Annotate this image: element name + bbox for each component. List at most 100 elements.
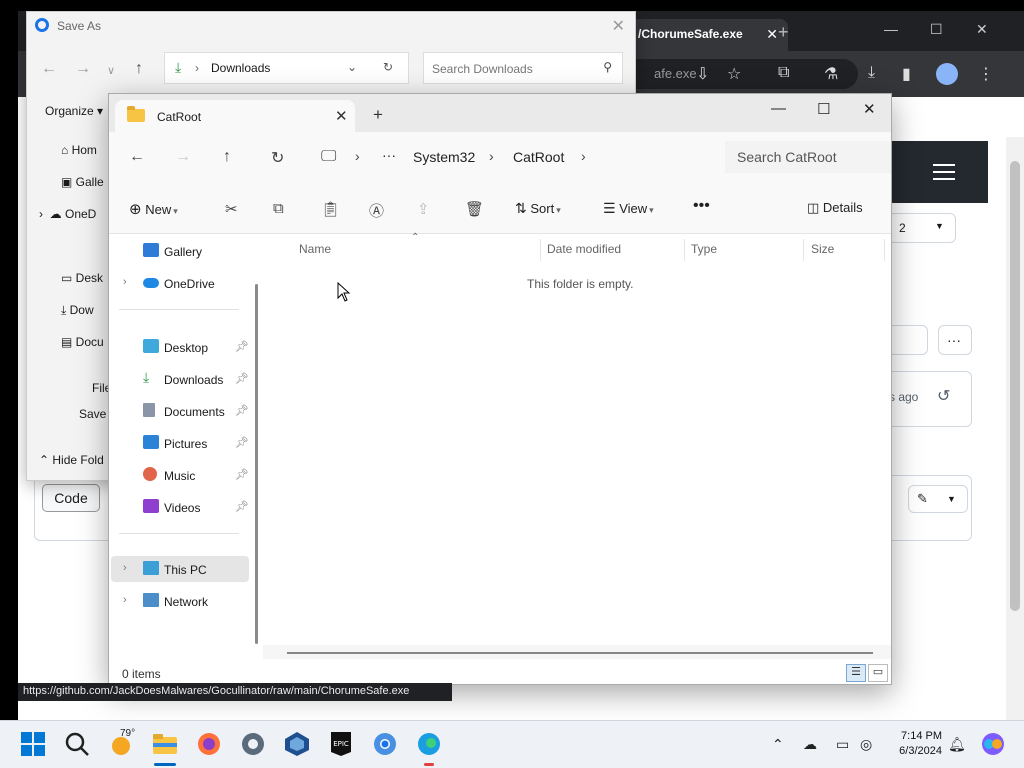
sort-button[interactable]: ⇅ Sort ▾ [515,200,561,217]
sidebar-item-gallery[interactable]: ▣ Galle [61,175,104,189]
paste-icon[interactable]: 📋︎ [321,200,340,218]
sidebar-item-onedrive[interactable]: › ☁ OneD [39,207,96,221]
column-divider[interactable] [884,239,885,261]
forward-arrow-icon[interactable]: → [175,148,191,166]
search-icon[interactable] [64,731,90,757]
nav-scrollbar[interactable] [255,284,258,644]
minimize-icon[interactable]: — [884,21,898,37]
virtualbox-icon[interactable] [284,731,310,757]
forward-arrow-icon[interactable]: → [75,60,91,78]
pin-icon[interactable]: 📌︎ [235,404,249,417]
new-tab-icon[interactable]: + [373,105,383,125]
windows-start-icon[interactable] [20,731,46,757]
sidebar-item-documents[interactable]: ▤ Docu [61,335,104,349]
chrome-icon[interactable] [372,731,398,757]
sidebar-item-onedrive[interactable]: › OneDrive [111,270,249,296]
firefox-icon[interactable] [196,731,222,757]
network-speaker-icon[interactable]: ◎ [860,736,872,753]
column-divider[interactable] [540,239,541,261]
sidepanel-icon[interactable]: ▮ [902,64,911,84]
breadcrumb-system32[interactable]: System32 [413,149,475,165]
display-icon[interactable]: ▭ [836,736,849,753]
column-divider[interactable] [803,239,804,261]
browser-tab-active[interactable]: /ChorumeSafe.exe ✕ [630,19,788,51]
sidebar-item-gallery[interactable]: Gallery [111,238,249,264]
file-path-box[interactable] [888,325,928,355]
maximize-icon[interactable]: ☐ [817,100,830,118]
edit-button-group[interactable]: ✎ ▼ [908,485,968,513]
horizontal-scroll-thumb[interactable] [287,652,873,654]
maximize-icon[interactable]: ☐ [930,21,943,38]
notification-bell-icon[interactable]: 🔔︎ [948,736,966,753]
details-button[interactable]: ◫ Details [807,200,863,216]
sidebar-item-network[interactable]: › Network [111,588,249,614]
page-scroll-thumb[interactable] [1010,161,1020,611]
column-divider[interactable] [684,239,685,261]
column-header-date-modified[interactable]: Date modified [547,242,621,256]
refresh-icon[interactable]: ↻ [271,148,284,168]
view-button[interactable]: ☰ View ▾ [603,200,654,217]
pin-icon[interactable]: 📌︎ [235,372,249,385]
up-arrow-icon[interactable]: ↑ [135,60,143,78]
explorer-tab[interactable]: CatRoot ✕ [115,100,355,132]
column-header-type[interactable]: Type [691,242,717,256]
settings-gear-icon[interactable] [240,731,266,757]
sidebar-item-documents[interactable]: Documents 📌︎ [111,398,249,424]
column-header-name[interactable]: Name [299,242,331,256]
pin-icon[interactable]: 📌︎ [235,436,249,449]
edge-icon[interactable] [416,731,442,757]
computer-icon[interactable]: 🖵 [321,148,336,166]
sidebar-item-downloads[interactable]: ⤓ Downloads 📌︎ [111,366,249,392]
copy-icon[interactable]: ⧉ [273,200,284,217]
close-icon[interactable]: ✕ [766,26,778,43]
pin-icon[interactable]: 📌︎ [235,500,249,513]
close-icon[interactable]: ✕ [863,100,876,118]
pin-icon[interactable]: 📌︎ [235,468,249,481]
chevron-right-icon[interactable]: › [123,562,127,574]
more-icon[interactable]: ••• [693,197,710,215]
cloud-sync-icon[interactable]: ☁ [803,736,817,753]
search-input[interactable]: Search Downloads ⚲ [423,52,623,84]
chevron-right-icon[interactable]: › [123,276,127,288]
tiles-view-icon[interactable]: ▭ [868,664,888,682]
copilot-icon[interactable] [980,731,1006,757]
cut-icon[interactable]: ✂ [225,200,238,218]
download-icon[interactable]: ⤓ [868,64,875,82]
branch-select[interactable]: 2 ▼ [888,213,956,243]
chevron-down-icon[interactable]: ∨ [107,64,115,77]
address-bar[interactable]: ⤓ › Downloads ⌄ ↻ [164,52,409,84]
menu-icon[interactable]: ⋮ [978,64,994,84]
sidebar-item-downloads[interactable]: ⤓ Dow [61,303,94,318]
back-arrow-icon[interactable]: ← [41,60,57,78]
details-view-icon[interactable]: ☰ [846,664,866,682]
chevron-down-icon[interactable]: ▼ [947,494,956,504]
search-input[interactable]: Search CatRoot [725,141,891,173]
sidebar-item-pictures[interactable]: Pictures 📌︎ [111,430,249,456]
sidebar-item-home[interactable]: ⌂ Hom [61,143,97,157]
sidebar-item-desktop[interactable]: ▭ Desk [61,271,103,285]
column-header-size[interactable]: Size [811,242,834,256]
code-button[interactable]: Code [42,484,100,512]
file-explorer-icon[interactable] [152,731,178,757]
back-arrow-icon[interactable]: ← [129,148,145,166]
chevron-right-icon[interactable]: › [581,148,586,164]
new-tab-icon[interactable]: + [778,22,789,43]
refresh-icon[interactable]: ↻ [383,60,393,74]
pencil-icon[interactable]: ✎ [917,491,928,507]
up-arrow-icon[interactable]: ↑ [223,148,231,166]
close-icon[interactable]: ✕ [335,107,348,125]
sidebar-item-videos[interactable]: Videos 📌︎ [111,494,249,520]
new-button[interactable]: ⊕ New ▾ [129,200,178,218]
chevron-right-icon[interactable]: › [123,594,127,606]
profile-avatar[interactable] [936,63,958,85]
lab-icon[interactable]: ⚗ [824,64,838,84]
system-clock[interactable]: 7:14 PM 6/3/2024 [892,729,942,759]
extensions-icon[interactable]: ⧉ [778,64,789,82]
share-icon[interactable]: ⇪ [417,200,430,218]
epic-games-icon[interactable]: EPIC [328,731,354,757]
more-breadcrumbs-icon[interactable]: ··· [382,147,396,163]
rename-icon[interactable]: Ⓐ [369,200,384,221]
history-icon[interactable]: ↺ [937,386,950,406]
chevron-up-icon[interactable]: ⌃ [772,736,784,753]
sidebar-item-this-pc[interactable]: › This PC [111,556,249,582]
